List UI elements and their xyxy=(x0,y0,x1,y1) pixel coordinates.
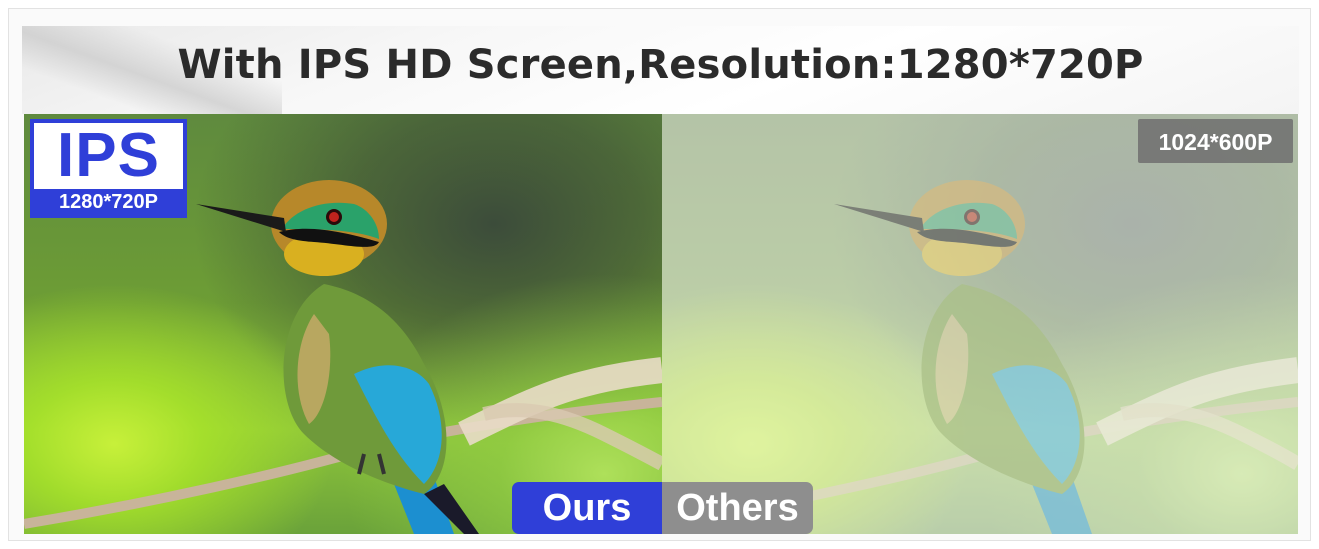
ips-badge-resolution: 1280*720P xyxy=(59,191,158,213)
ips-badge: IPS 1280*720P xyxy=(30,119,187,218)
ours-label: Ours xyxy=(512,482,662,534)
ips-badge-title: IPS xyxy=(57,121,160,190)
others-label: Others xyxy=(662,482,813,534)
ips-badge-box: IPS xyxy=(34,123,183,189)
other-resolution-badge: 1024*600P xyxy=(1138,119,1293,163)
headline: With IPS HD Screen,Resolution:1280*720P xyxy=(177,42,1144,88)
other-resolution-label: 1024*600P xyxy=(1158,129,1273,155)
headline-banner: With IPS HD Screen,Resolution:1280*720P xyxy=(22,26,1299,114)
washed-overlay xyxy=(662,114,1298,534)
other-photo-panel xyxy=(662,114,1298,534)
